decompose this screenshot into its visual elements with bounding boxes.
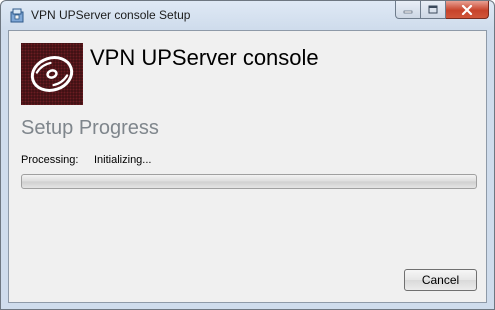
status-label: Processing: [21,154,79,166]
product-logo [21,43,83,105]
cancel-button[interactable]: Cancel [404,269,477,291]
setup-window: VPN UPServer console Setup VPN UPServer … [0,0,495,310]
setup-content-area: VPN UPServer console Setup Progress Proc… [8,30,487,303]
minimize-button[interactable] [395,1,421,19]
progress-bar [21,174,477,189]
maximize-button[interactable] [421,1,446,19]
close-button[interactable] [446,1,489,19]
window-title: VPN UPServer console Setup [31,8,191,22]
close-icon [461,4,473,15]
maximize-icon [428,5,438,14]
product-title: VPN UPServer console [90,45,319,70]
setup-progress-heading: Setup Progress [21,117,159,139]
installer-package-icon [9,7,25,23]
minimize-icon [403,10,413,13]
status-value: Initializing... [94,154,152,166]
disc-icon [30,56,74,92]
title-bar[interactable]: VPN UPServer console Setup [1,1,494,29]
caption-buttons [395,1,489,21]
